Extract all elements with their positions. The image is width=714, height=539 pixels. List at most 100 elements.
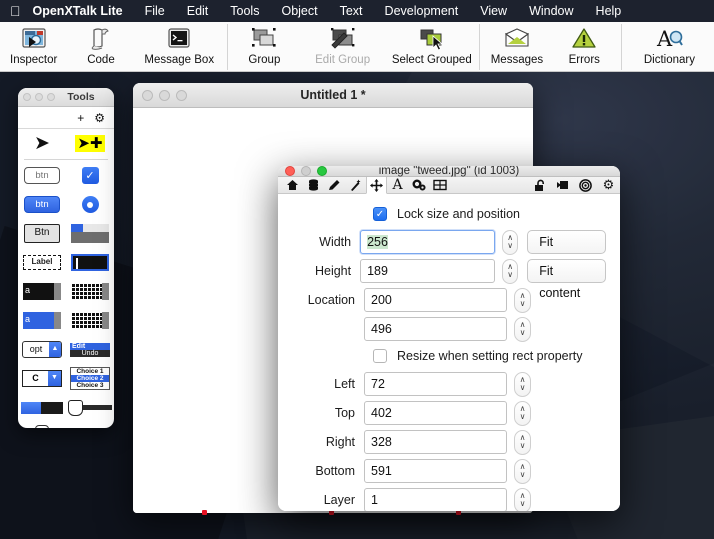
menu-item-view[interactable]: View	[469, 4, 518, 18]
tab-settings[interactable]: ⚙	[597, 177, 620, 193]
stepper-down-icon[interactable]: ∨	[520, 413, 526, 421]
tool-progress-bar[interactable]	[18, 393, 66, 422]
menu-item-window[interactable]: Window	[518, 4, 584, 18]
location-x-input[interactable]: 200	[364, 288, 507, 312]
stepper-down-icon[interactable]: ∨	[507, 271, 513, 279]
top-input[interactable]: 402	[364, 401, 507, 425]
menu-item-development[interactable]: Development	[374, 4, 470, 18]
tab-behavior[interactable]	[408, 177, 429, 193]
tab-effects[interactable]	[345, 177, 366, 193]
toolbar-button-errors[interactable]: Errors	[551, 22, 618, 72]
tools-palette-window[interactable]: Tools + ⚙ ➤ ➤✚ btn ✓ btn Btn Label a a o…	[18, 88, 114, 428]
toolbar-button-group[interactable]: Group	[231, 22, 298, 72]
tool-list-menu[interactable]: Choice 1 Choice 2 Choice 3	[66, 364, 114, 393]
tool-input-field[interactable]	[66, 248, 114, 277]
top-stepper[interactable]: ∧ ∨	[514, 400, 531, 426]
top-row: Top 402 ∧ ∨	[292, 399, 606, 427]
width-fit-content-button[interactable]: Fit content	[527, 230, 606, 271]
lock-size-position-checkbox[interactable]: ✓	[373, 207, 387, 221]
left-stepper[interactable]: ∧ ∨	[514, 371, 531, 397]
gear-icon[interactable]: ⚙	[94, 112, 105, 124]
menu-item-file[interactable]: File	[134, 4, 176, 18]
apple-logo-icon[interactable]: 	[10, 4, 21, 18]
resize-rect-checkbox[interactable]	[373, 349, 387, 363]
tool-list-field[interactable]: a	[18, 306, 66, 335]
tool-pulldown-menu[interactable]: Edit Undo	[66, 335, 114, 364]
layer-input[interactable]: 1	[364, 488, 507, 511]
tool-scrollbar[interactable]	[66, 422, 114, 428]
bottom-input[interactable]: 591	[364, 459, 507, 483]
location-y-stepper[interactable]: ∧ ∨	[514, 316, 531, 342]
tab-lock[interactable]	[528, 177, 551, 193]
list-field-swatch-icon: a	[23, 312, 61, 329]
tab-size-position[interactable]	[366, 177, 387, 194]
height-input[interactable]: 189	[360, 259, 496, 283]
tab-home[interactable]	[282, 177, 303, 193]
tool-combo-box[interactable]: C ▼	[18, 364, 66, 393]
bottom-row: Bottom 591 ∧ ∨	[292, 457, 606, 485]
menu-item-app-name[interactable]: OpenXTalk Lite	[33, 4, 134, 18]
inspector-dialog[interactable]: image "tweed.jpg" (id 1003) A ⚙ ✓ Lock s…	[278, 166, 620, 511]
tab-text[interactable]: A	[387, 177, 408, 193]
stepper-down-icon[interactable]: ∨	[520, 471, 526, 479]
swatch-opt-label: opt	[29, 344, 43, 354]
resize-rect-icon	[432, 179, 447, 191]
stepper-down-icon[interactable]: ∨	[520, 300, 526, 308]
tab-target[interactable]	[574, 177, 597, 193]
toolbar-button-messages[interactable]: Messages	[483, 22, 550, 72]
width-stepper[interactable]: ∧ ∨	[502, 229, 519, 255]
stepper-down-icon[interactable]: ∨	[520, 384, 526, 392]
location-x-stepper[interactable]: ∧ ∨	[514, 287, 531, 313]
toolbar-button-message-box[interactable]: Message Box	[135, 22, 224, 72]
menu-item-text[interactable]: Text	[329, 4, 374, 18]
left-input[interactable]: 72	[364, 372, 507, 396]
toolbar-button-inspector[interactable]: Inspector	[0, 22, 67, 72]
tab-properties[interactable]	[303, 177, 324, 193]
add-tool-icon[interactable]: +	[77, 112, 84, 124]
checkbox-swatch-icon: ✓	[81, 167, 99, 184]
layer-stepper[interactable]: ∧ ∨	[514, 487, 531, 511]
menu-item-tools[interactable]: Tools	[219, 4, 270, 18]
tool-tab-panel[interactable]	[66, 219, 114, 248]
tab-send-to-back[interactable]	[551, 177, 574, 193]
tool-slider[interactable]	[66, 393, 114, 422]
tool-browse-move[interactable]: ➤✚	[66, 129, 114, 158]
lock-size-position-label: Lock size and position	[397, 207, 520, 221]
tool-option-menu[interactable]: opt ▲	[18, 335, 66, 364]
tool-scrolling-field[interactable]: a	[18, 277, 66, 306]
tool-pointer[interactable]: ➤	[18, 129, 66, 158]
menu-item-object[interactable]: Object	[270, 4, 328, 18]
stack-window-titlebar[interactable]: Untitled 1 *	[133, 83, 533, 108]
selection-handle[interactable]	[202, 510, 207, 515]
stepper-down-icon[interactable]: ∨	[520, 329, 526, 337]
tool-checkbox[interactable]: ✓	[66, 161, 114, 190]
menu-item-edit[interactable]: Edit	[176, 4, 220, 18]
tool-button-outline[interactable]: btn	[18, 161, 66, 190]
tool-label-field[interactable]: Label	[18, 248, 66, 277]
menu-item-help[interactable]: Help	[585, 4, 633, 18]
tools-palette-titlebar[interactable]: Tools	[18, 88, 114, 107]
height-fit-content-button[interactable]: Fit content	[527, 259, 606, 300]
tool-radio[interactable]	[66, 190, 114, 219]
tool-stepper[interactable]: ▲▼	[18, 422, 66, 428]
stepper-down-icon[interactable]: ∨	[507, 242, 513, 250]
height-stepper[interactable]: ∧ ∨	[502, 258, 519, 284]
tab-colors[interactable]	[324, 177, 345, 193]
right-stepper[interactable]: ∧ ∨	[514, 429, 531, 455]
tool-button-rect[interactable]: Btn	[18, 219, 66, 248]
bottom-stepper[interactable]: ∧ ∨	[514, 458, 531, 484]
tool-data-grid[interactable]	[66, 306, 114, 335]
tool-table-field[interactable]	[66, 277, 114, 306]
stepper-down-icon[interactable]: ∨	[520, 500, 526, 508]
location-y-input[interactable]: 496	[364, 317, 507, 341]
width-input[interactable]: 256	[360, 230, 496, 254]
toolbar-button-code[interactable]: Code	[67, 22, 134, 72]
right-input[interactable]: 328	[364, 430, 507, 454]
stepper-down-icon[interactable]: ∨	[520, 442, 526, 450]
tab-layout[interactable]	[429, 177, 450, 193]
toolbar-button-edit-group[interactable]: Edit Group	[298, 22, 387, 72]
toolbar-button-select-grouped[interactable]: Select Grouped	[387, 22, 476, 72]
tool-button-default[interactable]: btn	[18, 190, 66, 219]
toolbar-button-dictionary[interactable]: A Dictionary	[625, 22, 714, 72]
inspector-titlebar[interactable]: image "tweed.jpg" (id 1003)	[278, 166, 620, 177]
